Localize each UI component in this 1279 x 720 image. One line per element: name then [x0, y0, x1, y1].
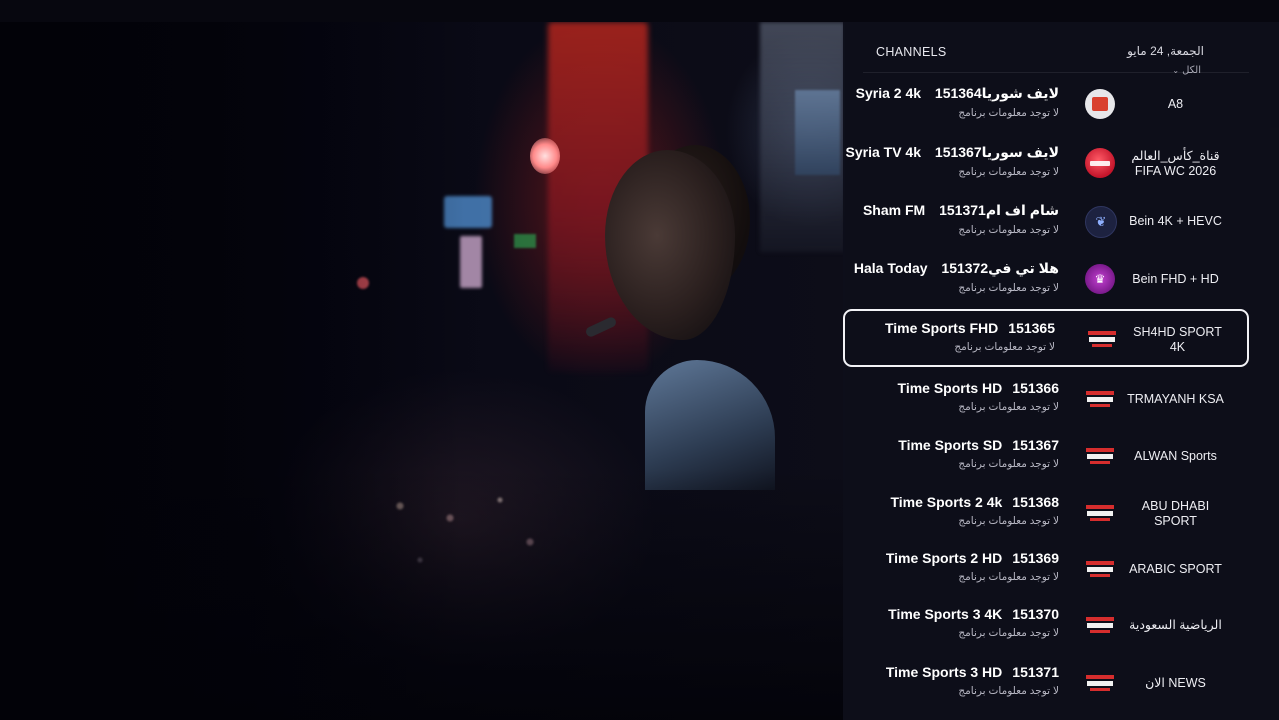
red-circle-icon — [1085, 148, 1115, 178]
channel-title: Time Sports 2 HD 151369 — [886, 550, 1059, 566]
channel-row[interactable]: Hala Today هلا تي في151372 لا توجد معلوم… — [843, 251, 1251, 308]
channel-program: Time Sports SD 151367 لا توجد معلومات برن… — [898, 437, 1059, 470]
program-info: لا توجد معلومات برنامج — [958, 515, 1059, 527]
channel-program: Hala Today هلا تي في151372 لا توجد معلوم… — [854, 260, 1059, 294]
channel-title: Syria TV 4k لايف سوريا151367 — [846, 144, 1059, 161]
channel-row[interactable]: Time Sports 3 HD 151371 لا توجد معلومات ب… — [843, 655, 1251, 712]
channel-program: Time Sports 2 HD 151369 لا توجد معلومات ب… — [886, 550, 1059, 583]
top-bar — [0, 0, 1279, 22]
channel-title: Syria 2 4k لايف شوريا151364 — [856, 85, 1059, 102]
channel-program: Time Sports 2 4k 151368 لا توجد معلومات ب… — [890, 494, 1059, 527]
channel-program: Time Sports HD 151366 لا توجد معلومات برن… — [898, 380, 1059, 413]
channel-name: Time Sports 2 4k — [890, 494, 1003, 510]
channel-number: 151372 — [941, 260, 989, 276]
channel-title: Time Sports 2 4k 151368 — [890, 494, 1059, 510]
time-sports-logo — [1085, 447, 1115, 465]
date-label: الجمعة, 24 مايو — [1127, 44, 1204, 58]
channel-title: Time Sports 3 HD 151371 — [886, 664, 1059, 680]
dark-emblem-icon — [1085, 206, 1117, 238]
channel-row[interactable]: Syria 2 4k لايف شوريا151364 لا توجد معلو… — [843, 76, 1251, 133]
channel-name: Time Sports HD — [897, 380, 1003, 396]
channel-number: 151371 — [1012, 664, 1059, 680]
red-square-icon — [1085, 89, 1115, 119]
panel-header: CHANNELS الجمعة, 24 مايو الكل ⌄ — [843, 22, 1279, 76]
channel-program: Time Sports 3 4K 151370 لا توجد معلومات ب… — [888, 606, 1059, 639]
time-sports-logo — [1087, 330, 1117, 348]
channel-name: Time Sports 3 HD — [885, 664, 1003, 680]
program-info: لا توجد معلومات برنامج — [958, 107, 1059, 119]
program-info: لا توجد معلومات برنامج — [958, 627, 1059, 639]
channel-group: الرياضية السعودية — [1129, 618, 1222, 632]
channel-group: SH4HD SPORT 4K — [1133, 324, 1222, 354]
category-filter[interactable]: الكل ⌄ — [1172, 65, 1201, 76]
program-info: لا توجد معلومات برنامج — [958, 685, 1059, 697]
channel-row[interactable]: Time Sports 2 4k 151368 لا توجد معلومات ب… — [843, 485, 1251, 542]
channel-group: قناة_كأس_العالم FIFA WC 2026 — [1131, 148, 1220, 178]
program-info: لا توجد معلومات برنامج — [958, 282, 1059, 294]
channel-program: Syria 2 4k لايف شوريا151364 لا توجد معلو… — [856, 85, 1059, 119]
video-preview[interactable] — [0, 0, 845, 720]
channel-number: 151369 — [1012, 550, 1059, 566]
channel-program: Syria TV 4k لايف سوريا151367 لا توجد معل… — [846, 144, 1059, 178]
channel-name: Time Sports SD — [898, 437, 1003, 453]
header-divider — [863, 72, 1249, 73]
chevron-down-icon: ⌄ — [1172, 66, 1180, 75]
channel-row[interactable]: Time Sports SD 151367 لا توجد معلومات برن… — [843, 428, 1251, 485]
channel-title: Time Sports FHD 151365 — [885, 320, 1055, 336]
channel-program: Time Sports FHD 151365 لا توجد معلومات بر… — [885, 320, 1055, 353]
channel-number: 151368 — [1012, 494, 1059, 510]
channel-row[interactable]: Sham FM شام اف ام151371 لا توجد معلومات … — [843, 193, 1251, 250]
time-sports-logo — [1085, 504, 1115, 522]
filter-label: الكل — [1182, 65, 1201, 76]
channel-title: Time Sports 3 4K 151370 — [888, 606, 1059, 622]
time-sports-logo — [1085, 390, 1115, 408]
program-info: لا توجد معلومات برنامج — [958, 224, 1059, 236]
channel-title: Time Sports HD 151366 — [898, 380, 1059, 396]
purple-circle-icon — [1085, 264, 1115, 294]
channel-group: Bein 4K + HEVC — [1129, 214, 1222, 228]
channel-group: TRMAYANH KSA — [1127, 392, 1224, 406]
program-info: لا توجد معلومات برنامج — [958, 166, 1059, 178]
channel-number: 151364 — [934, 85, 982, 101]
channel-program: Sham FM شام اف ام151371 لا توجد معلومات … — [863, 202, 1059, 236]
channel-title: Sham FM شام اف ام151371 — [863, 202, 1059, 219]
channel-row[interactable]: Syria TV 4k لايف سوريا151367 لا توجد معل… — [843, 135, 1251, 192]
channel-panel: CHANNELS الجمعة, 24 مايو الكل ⌄ Syria 2 … — [843, 22, 1279, 720]
time-sports-logo — [1085, 674, 1115, 692]
program-info: لا توجد معلومات برنامج — [954, 341, 1055, 353]
channel-group: A8 — [1167, 97, 1184, 111]
program-info: لا توجد معلومات برنامج — [958, 458, 1059, 470]
channel-title: Time Sports SD 151367 — [898, 437, 1059, 453]
channel-name: Time Sports FHD — [884, 320, 999, 336]
channel-program: Time Sports 3 HD 151371 لا توجد معلومات ب… — [886, 664, 1059, 697]
channel-number: 151371 — [939, 202, 986, 218]
channel-row[interactable]: Time Sports 3 4K 151370 لا توجد معلومات ب… — [843, 597, 1251, 654]
channel-name: Time Sports 3 4K — [888, 606, 1003, 622]
channel-row[interactable]: Time Sports HD 151366 لا توجد معلومات برن… — [843, 371, 1251, 428]
channel-group: Bein FHD + HD — [1132, 272, 1219, 286]
channel-group: ARABIC SPORT — [1129, 562, 1222, 576]
channel-number: 151366 — [1012, 380, 1059, 396]
channel-number: 151370 — [1012, 606, 1059, 622]
program-info: لا توجد معلومات برنامج — [958, 571, 1059, 583]
channel-row[interactable]: Time Sports 2 HD 151369 لا توجد معلومات ب… — [843, 541, 1251, 598]
channel-number: 151365 — [1008, 320, 1055, 336]
channel-name: Time Sports 2 HD — [885, 550, 1003, 566]
program-info: لا توجد معلومات برنامج — [958, 401, 1059, 413]
time-sports-logo — [1085, 560, 1115, 578]
channel-number: 151367 — [1012, 437, 1059, 453]
channel-group: ABU DHABI SPORT — [1141, 498, 1210, 528]
channel-row[interactable]: Time Sports FHD 151365 لا توجد معلومات بر… — [843, 309, 1249, 367]
video-vignette — [0, 0, 845, 720]
channel-group: الان NEWS — [1145, 676, 1206, 690]
channel-title: Hala Today هلا تي في151372 — [854, 260, 1059, 277]
channel-number: 151367 — [934, 144, 982, 160]
channels-title: CHANNELS — [876, 45, 947, 59]
channel-group: ALWAN Sports — [1134, 449, 1217, 463]
time-sports-logo — [1085, 616, 1115, 634]
